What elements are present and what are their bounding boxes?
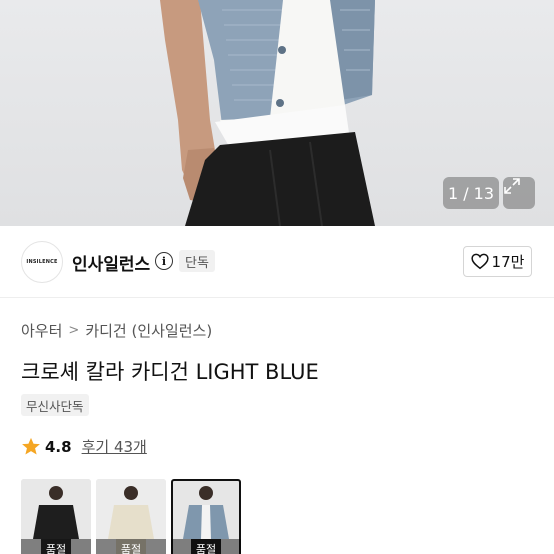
brand-logo-text: INSILENCE bbox=[26, 259, 58, 265]
brand-logo[interactable]: INSILENCE bbox=[21, 241, 63, 283]
sold-out-label: 품절 bbox=[21, 539, 91, 554]
variant-thumbnail-beige[interactable]: 품절 bbox=[96, 479, 166, 554]
expand-icon bbox=[504, 178, 520, 194]
info-icon[interactable]: i bbox=[155, 252, 173, 270]
rating-value: 4.8 bbox=[45, 437, 72, 456]
reviews-link[interactable]: 후기 43개 bbox=[82, 436, 147, 457]
breadcrumb: 아우터 > 카디건 (인사일런스) bbox=[21, 320, 212, 341]
store-exclusive-badge: 무신사단독 bbox=[21, 394, 89, 416]
chevron-right-icon: > bbox=[68, 323, 80, 338]
sold-out-label: 품절 bbox=[171, 539, 241, 554]
heart-icon bbox=[470, 253, 489, 270]
like-count: 17만 bbox=[491, 253, 525, 271]
variant-thumbnail-black[interactable]: 품절 bbox=[21, 479, 91, 554]
breadcrumb-item-outer[interactable]: 아우터 bbox=[21, 320, 62, 341]
sold-out-label: 품절 bbox=[96, 539, 166, 554]
image-counter: 1 / 13 bbox=[443, 177, 499, 209]
variant-thumbnail-light-blue[interactable]: 품절 bbox=[171, 479, 241, 554]
product-title: 크로셰 칼라 카디건 LIGHT BLUE bbox=[21, 360, 319, 384]
brand-name[interactable]: 인사일런스 bbox=[72, 250, 150, 275]
breadcrumb-item-cardigan[interactable]: 카디건 (인사일런스) bbox=[85, 320, 212, 341]
like-button[interactable]: 17만 bbox=[463, 246, 532, 277]
star-icon bbox=[22, 437, 40, 455]
exclusive-badge: 단독 bbox=[179, 250, 215, 272]
brand-row: INSILENCE 인사일런스 i 단독 17만 bbox=[0, 226, 554, 298]
variant-thumbnails: 품절 품절 품절 bbox=[21, 479, 241, 554]
expand-button[interactable] bbox=[503, 177, 535, 209]
product-image-gallery[interactable]: 1 / 13 bbox=[0, 0, 554, 226]
rating-row: 4.8 후기 43개 bbox=[21, 436, 147, 457]
